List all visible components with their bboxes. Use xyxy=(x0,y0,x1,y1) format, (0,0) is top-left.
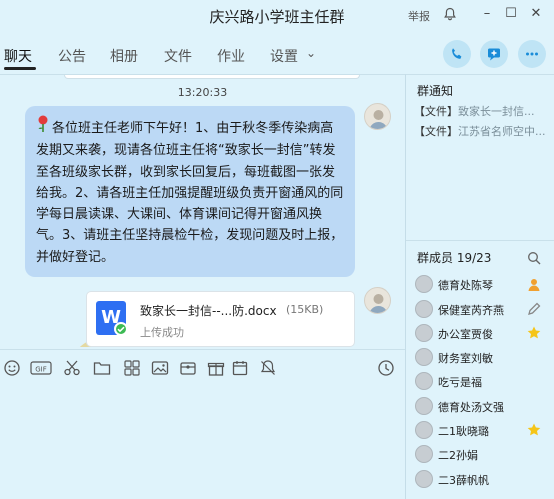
avatar[interactable] xyxy=(415,470,433,488)
folder-icon[interactable] xyxy=(93,359,111,377)
member-name: 保健室芮齐燕 xyxy=(438,304,504,317)
avatar[interactable] xyxy=(415,348,433,366)
edit-icon xyxy=(526,301,542,317)
image-icon[interactable] xyxy=(151,359,169,377)
calendar-icon[interactable] xyxy=(231,359,249,377)
member-name: 二2孙娟 xyxy=(438,449,478,462)
message-timestamp: 13:20:33 xyxy=(177,86,228,99)
tab-announcement[interactable]: 公告 xyxy=(58,46,86,66)
member-item[interactable]: 财务室刘敏 xyxy=(415,347,554,369)
member-name: 财务室刘敏 xyxy=(438,352,493,365)
avatar[interactable] xyxy=(364,103,391,130)
svg-text:GIF: GIF xyxy=(35,366,47,374)
window-title: 庆兴路小学班主任群 xyxy=(209,8,345,26)
avatar[interactable] xyxy=(415,421,433,439)
file-message-card[interactable]: W 致家长一封信--...防.docx (15KB) 上传成功 xyxy=(86,291,355,347)
owner-icon xyxy=(526,276,542,292)
report-button[interactable]: 举报 xyxy=(408,8,430,24)
maximize-button[interactable]: ☐ xyxy=(501,4,521,24)
notice-tag: 【文件】 xyxy=(414,105,458,118)
notice-link[interactable]: 江苏省名师空中... xyxy=(458,125,546,138)
avatar[interactable] xyxy=(415,324,433,342)
avatar[interactable] xyxy=(415,397,433,415)
tab-bar: 聊天 公告 相册 文件 作业 设置 ⌄ xyxy=(0,34,405,74)
avatar[interactable] xyxy=(415,275,433,293)
members-divider xyxy=(406,240,554,241)
search-icon[interactable] xyxy=(527,250,541,265)
notice-item[interactable]: 【文件】致家长一封信... xyxy=(414,103,554,119)
scissors-icon[interactable] xyxy=(63,359,81,377)
notice-tag: 【文件】 xyxy=(414,125,458,138)
gift-icon[interactable] xyxy=(207,359,225,377)
chat-add-icon[interactable] xyxy=(480,40,508,68)
member-item[interactable]: 吃亏是福 xyxy=(415,371,554,393)
member-item[interactable]: 二1耿晓璐 xyxy=(415,420,554,442)
tab-homework[interactable]: 作业 xyxy=(217,46,245,66)
avatar[interactable] xyxy=(415,445,433,463)
avatar[interactable] xyxy=(415,372,433,390)
file-status: 上传成功 xyxy=(140,326,184,339)
tab-settings[interactable]: 设置 xyxy=(270,46,298,66)
message-bubble[interactable]: 各位班主任老师下午好！1、由于秋冬季传染病高发期又来袭，现请各位班主任将“致家长… xyxy=(25,106,355,277)
bell-off-icon[interactable] xyxy=(259,359,277,377)
red-packet-icon[interactable] xyxy=(179,359,197,377)
history-icon[interactable] xyxy=(377,359,395,377)
chat-area[interactable]: 13:20:33 各位班主任老师下午好！1、由于秋冬季传染病高发期又来袭，现请各… xyxy=(0,75,405,347)
screenshot-icon[interactable] xyxy=(123,359,141,377)
member-item[interactable]: 二3薛帆帆 xyxy=(415,469,554,491)
avatar[interactable] xyxy=(364,287,391,314)
member-name: 德育处陈琴 xyxy=(438,279,493,292)
close-button[interactable]: ✕ xyxy=(526,4,546,24)
tab-chat[interactable]: 聊天 xyxy=(4,46,32,66)
member-name: 吃亏是福 xyxy=(438,376,482,389)
emoji-icon[interactable] xyxy=(3,359,21,377)
member-item[interactable]: 保健室芮齐燕 xyxy=(415,299,554,321)
gif-icon[interactable]: GIF xyxy=(30,359,52,377)
active-tab-indicator xyxy=(4,67,36,70)
notice-item[interactable]: 【文件】江苏省名师空中... xyxy=(414,123,554,139)
title-bar: 庆兴路小学班主任群 举报 – ☐ ✕ xyxy=(0,0,554,30)
member-item[interactable]: 办公室贾俊 xyxy=(415,323,554,345)
notice-link[interactable]: 致家长一封信... xyxy=(458,105,535,118)
member-item[interactable]: 德育处汤文强 xyxy=(415,396,554,418)
star-icon xyxy=(526,422,542,438)
more-icon[interactable] xyxy=(518,40,546,68)
phone-icon[interactable] xyxy=(443,40,471,68)
tab-files[interactable]: 文件 xyxy=(164,46,192,66)
upload-success-icon xyxy=(114,322,128,336)
members-title: 群成员 19/23 xyxy=(417,251,492,265)
rose-icon xyxy=(36,115,50,140)
member-name: 二3薛帆帆 xyxy=(438,474,489,487)
member-name: 德育处汤文强 xyxy=(438,401,504,414)
previous-message-card xyxy=(64,75,360,79)
member-name: 二1耿晓璐 xyxy=(438,425,489,438)
avatar[interactable] xyxy=(415,300,433,318)
chevron-down-icon[interactable]: ⌄ xyxy=(306,46,316,60)
group-notice-title: 群通知 xyxy=(417,84,454,98)
member-item[interactable]: 二2孙娟 xyxy=(415,444,554,466)
sidebar-divider xyxy=(405,74,406,499)
bell-icon[interactable] xyxy=(440,4,460,24)
minimize-button[interactable]: – xyxy=(477,4,497,24)
file-size: (15KB) xyxy=(286,303,324,316)
tab-album[interactable]: 相册 xyxy=(110,46,138,66)
member-item[interactable]: 德育处陈琴 xyxy=(415,274,554,296)
star-icon xyxy=(526,325,542,341)
input-toolbar: GIF xyxy=(0,349,405,385)
file-name[interactable]: 致家长一封信--...防.docx xyxy=(140,302,277,319)
message-text: 各位班主任老师下午好！1、由于秋冬季传染病高发期又来袭，现请各位班主任将“致家长… xyxy=(36,121,344,265)
member-name: 办公室贾俊 xyxy=(438,328,493,341)
